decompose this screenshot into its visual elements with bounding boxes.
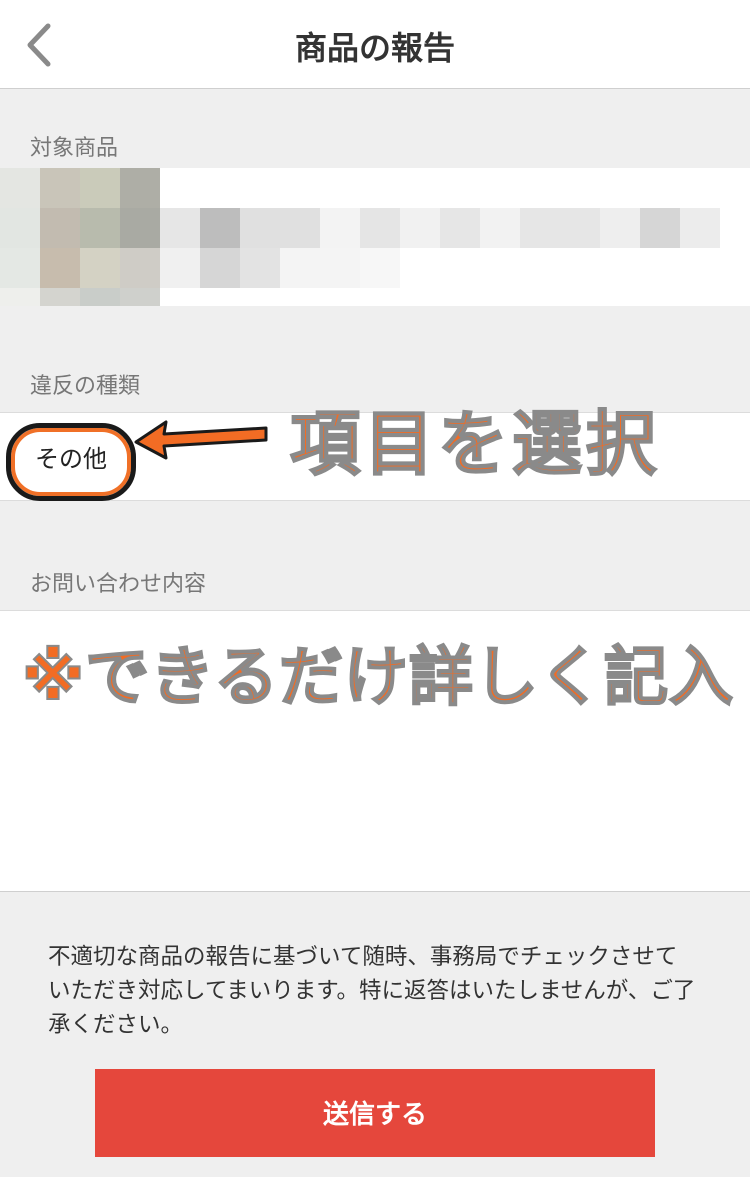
- product-item[interactable]: [0, 168, 750, 306]
- submit-button[interactable]: 送信する: [95, 1069, 655, 1157]
- violation-type-selected-highlight: その他: [6, 423, 136, 501]
- annotation-select-item: 項目を選択: [289, 402, 660, 486]
- product-section-label: 対象商品: [30, 136, 119, 161]
- annotation-write-detail: ※できるだけ詳しく記入: [21, 640, 734, 716]
- page-title: 商品の報告: [294, 29, 455, 67]
- annotation-arrow-icon: [134, 420, 268, 460]
- violation-type-value: その他: [35, 445, 107, 473]
- notice-text: 不適切な商品の報告に基づいて随時、事務局でチェックさせていただき対応してまいりま…: [48, 944, 696, 1038]
- violation-section-label: 違反の種類: [30, 374, 141, 399]
- product-thumbnail-mosaic: [0, 168, 160, 306]
- inquiry-section-label: お問い合わせ内容: [30, 572, 207, 597]
- header: 商品の報告: [0, 0, 750, 89]
- product-title-mosaic: [160, 208, 720, 288]
